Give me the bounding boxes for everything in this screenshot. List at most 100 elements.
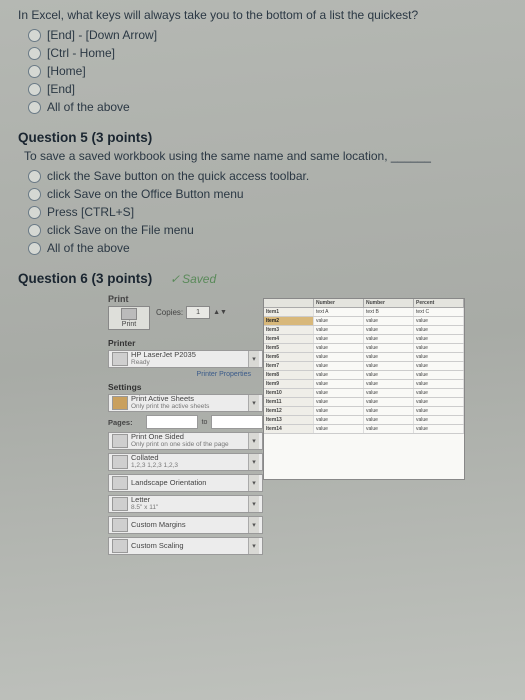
q4-stem: In Excel, what keys will always take you…	[18, 8, 507, 22]
copies-value: 1	[196, 309, 200, 316]
radio-icon[interactable]	[28, 47, 41, 60]
dd-sub: Only print the active sheets	[131, 403, 248, 411]
chevron-down-icon[interactable]: ▾	[248, 517, 259, 533]
orientation-dropdown[interactable]: Landscape Orientation ▾	[108, 474, 263, 492]
option-label: click Save on the File menu	[47, 223, 194, 237]
preview-sheet: NumberNumberPercentItem1text Atext Btext…	[263, 298, 465, 480]
radio-icon[interactable]	[28, 206, 41, 219]
saved-badge: ✓Saved	[170, 272, 216, 286]
table-row: Item3valuevaluevalue	[264, 326, 464, 335]
table-row: Item7valuevaluevalue	[264, 362, 464, 371]
dd-main: Landscape Orientation	[131, 479, 248, 487]
table-row: Item13valuevaluevalue	[264, 416, 464, 425]
dd-main: Custom Scaling	[131, 542, 248, 550]
q6-heading: Question 6 (3 points) ✓Saved	[18, 271, 507, 286]
chevron-down-icon[interactable]: ▾	[248, 496, 259, 512]
q4-option-3[interactable]: [End]	[28, 82, 507, 96]
dd-main: Letter	[131, 496, 248, 504]
spinner-arrows-icon[interactable]: ▲▼	[213, 309, 227, 316]
option-label: [End] - [Down Arrow]	[47, 28, 157, 42]
q6-heading-text: Question 6 (3 points)	[18, 271, 152, 286]
collate-icon	[112, 455, 128, 469]
table-row: Item10valuevaluevalue	[264, 389, 464, 398]
chevron-down-icon[interactable]: ▾	[248, 454, 259, 470]
q5-option-4[interactable]: All of the above	[28, 241, 507, 255]
radio-icon[interactable]	[28, 170, 41, 183]
table-row: Item9valuevaluevalue	[264, 380, 464, 389]
printer-icon	[112, 352, 128, 366]
printer-icon	[121, 308, 137, 320]
q5-option-2[interactable]: Press [CTRL+S]	[28, 205, 507, 219]
print-what-dropdown[interactable]: Print Active Sheets Only print the activ…	[108, 394, 263, 412]
settings-section-title: Settings	[108, 382, 263, 392]
q4-option-4[interactable]: All of the above	[28, 100, 507, 114]
scaling-dropdown[interactable]: Custom Scaling ▾	[108, 537, 263, 555]
quiz-page: In Excel, what keys will always take you…	[0, 0, 525, 700]
copies-label: Copies:	[156, 308, 183, 317]
collate-dropdown[interactable]: Collated 1,2,3 1,2,3 1,2,3 ▾	[108, 453, 263, 471]
radio-icon[interactable]	[28, 83, 41, 96]
dd-sub: Only print on one side of the page	[131, 441, 248, 449]
landscape-icon	[112, 476, 128, 490]
radio-icon[interactable]	[28, 65, 41, 78]
pages-label: Pages:	[108, 418, 142, 427]
margins-dropdown[interactable]: Custom Margins ▾	[108, 516, 263, 534]
option-label: [End]	[47, 82, 75, 96]
print-preview-pane: NumberNumberPercentItem1text Atext Btext…	[263, 294, 468, 558]
page-icon	[112, 497, 128, 511]
chevron-down-icon[interactable]: ▾	[248, 395, 259, 411]
q4-option-1[interactable]: [Ctrl - Home]	[28, 46, 507, 60]
table-row: Item2valuevaluevalue	[264, 317, 464, 326]
radio-icon[interactable]	[28, 101, 41, 114]
q4-option-2[interactable]: [Home]	[28, 64, 507, 78]
print-button[interactable]: Print	[108, 306, 150, 330]
option-label: All of the above	[47, 100, 130, 114]
pages-to-input[interactable]	[211, 415, 263, 429]
radio-icon[interactable]	[28, 188, 41, 201]
pages-from-input[interactable]	[146, 415, 198, 429]
q5-option-1[interactable]: click Save on the Office Button menu	[28, 187, 507, 201]
option-label: Press [CTRL+S]	[47, 205, 134, 219]
print-left-pane: Print Print Copies: 1 ▲▼ Printer	[108, 294, 263, 558]
saved-label: Saved	[182, 272, 216, 286]
dd-main: Custom Margins	[131, 521, 248, 529]
table-row: Item12valuevaluevalue	[264, 407, 464, 416]
table-row: Item11valuevaluevalue	[264, 398, 464, 407]
radio-icon[interactable]	[28, 29, 41, 42]
table-row: Item5valuevaluevalue	[264, 344, 464, 353]
option-label: click Save on the Office Button menu	[47, 187, 244, 201]
copies-spinner[interactable]: 1	[186, 306, 210, 319]
table-row: Item8valuevaluevalue	[264, 371, 464, 380]
q4-option-0[interactable]: [End] - [Down Arrow]	[28, 28, 507, 42]
paper-size-dropdown[interactable]: Letter 8.5" x 11" ▾	[108, 495, 263, 513]
q5-option-3[interactable]: click Save on the File menu	[28, 223, 507, 237]
radio-icon[interactable]	[28, 242, 41, 255]
pages-row: Pages: to	[108, 415, 263, 429]
dd-main: Print One Sided	[131, 433, 248, 441]
chevron-down-icon[interactable]: ▾	[248, 475, 259, 491]
copies-row: Copies: 1 ▲▼	[156, 306, 227, 319]
table-row: Item1text Atext Btext C	[264, 308, 464, 317]
dd-sub: 8.5" x 11"	[131, 504, 248, 512]
dd-sub: 1,2,3 1,2,3 1,2,3	[131, 462, 248, 470]
printer-name: HP LaserJet P2035	[131, 351, 248, 359]
radio-icon[interactable]	[28, 224, 41, 237]
print-dialog: Print Print Copies: 1 ▲▼ Printer	[108, 294, 468, 558]
sides-dropdown[interactable]: Print One Sided Only print on one side o…	[108, 432, 263, 450]
sheets-icon	[112, 396, 128, 410]
table-row: Item14valuevaluevalue	[264, 425, 464, 434]
chevron-down-icon[interactable]: ▾	[248, 351, 259, 367]
option-label: click the Save button on the quick acces…	[47, 169, 309, 183]
q5-sub: To save a saved workbook using the same …	[24, 149, 507, 163]
margins-icon	[112, 518, 128, 532]
check-icon: ✓	[170, 272, 180, 286]
printer-properties-link[interactable]: Printer Properties	[108, 371, 263, 378]
printer-section-title: Printer	[108, 338, 263, 348]
table-row: Item4valuevaluevalue	[264, 335, 464, 344]
chevron-down-icon[interactable]: ▾	[248, 538, 259, 554]
chevron-down-icon[interactable]: ▾	[248, 433, 259, 449]
q5-option-0[interactable]: click the Save button on the quick acces…	[28, 169, 507, 183]
dd-main: Print Active Sheets	[131, 395, 248, 403]
printer-dropdown[interactable]: HP LaserJet P2035 Ready ▾	[108, 350, 263, 368]
print-title: Print	[108, 294, 263, 304]
